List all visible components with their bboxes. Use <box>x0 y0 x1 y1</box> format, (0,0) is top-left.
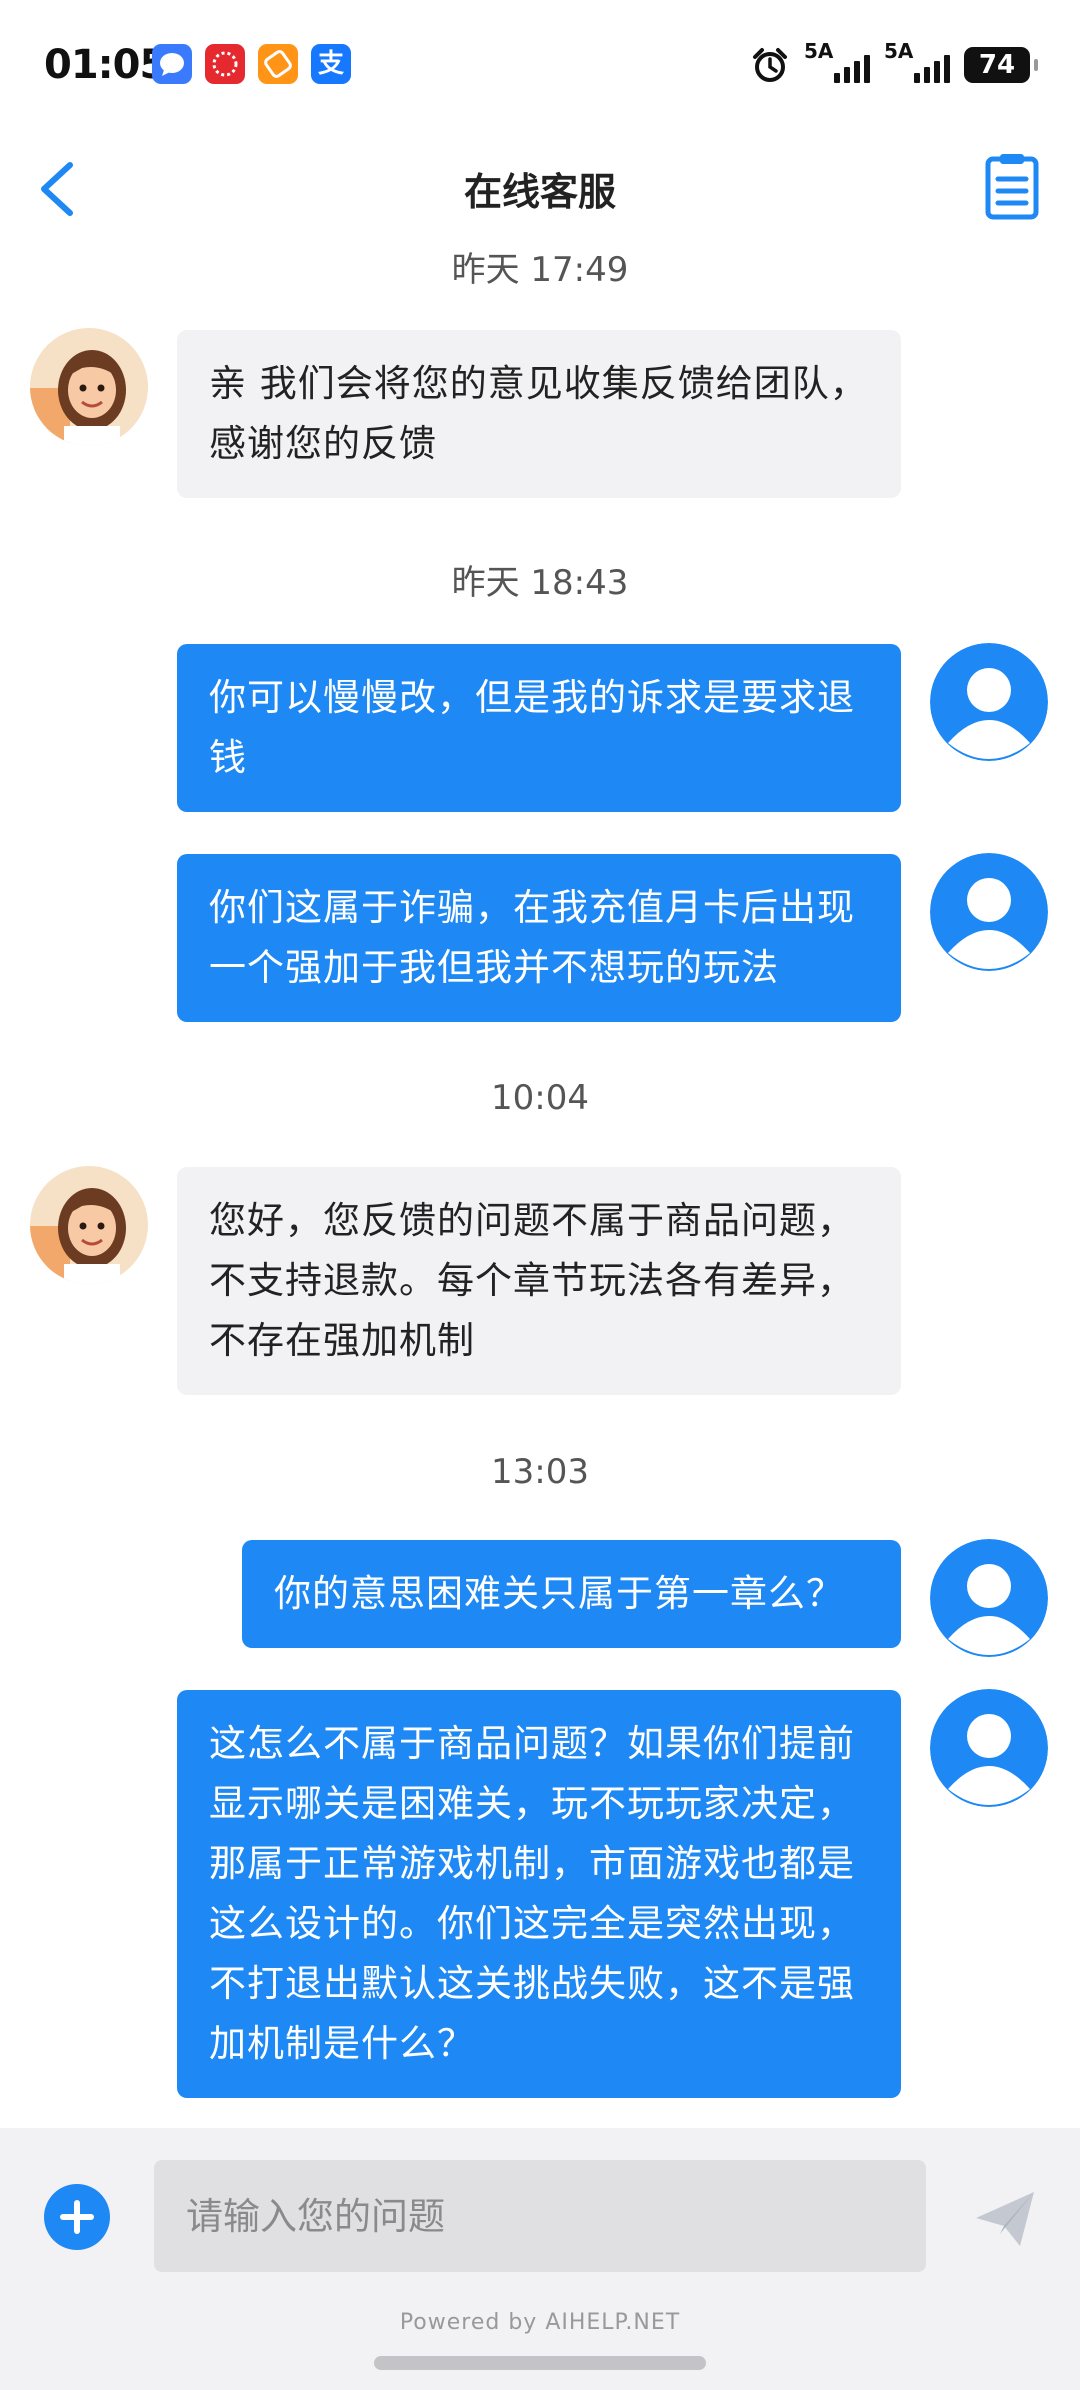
timestamp: 13:03 <box>491 1452 589 1492</box>
signal-bars-icon <box>834 55 870 83</box>
timestamp: 昨天 18:43 <box>451 563 629 603</box>
status-time: 01:05 <box>44 42 167 88</box>
user-message: 你的意思困难关只属于第一章么？ <box>242 1540 901 1648</box>
signal-bars-icon <box>914 55 950 83</box>
home-indicator[interactable] <box>374 2356 706 2370</box>
powered-by-text: Powered by AIHELP.NET <box>399 2310 681 2335</box>
ticket-history-button[interactable] <box>982 151 1042 221</box>
user-message: 你们这属于诈骗，在我充值月卡后出现一个强加于我但我并不想玩的玩法 <box>177 854 901 1022</box>
alarm-icon <box>753 48 787 82</box>
timestamp: 10:04 <box>491 1078 589 1118</box>
user-message: 这怎么不属于商品问题？如果你们提前显示哪关是困难关，玩不玩玩家决定，那属于正常游… <box>177 1690 901 2098</box>
status-bar: 01:05 支 5A 5A 74 <box>0 0 1080 135</box>
timestamp: 昨天 17:49 <box>451 250 629 290</box>
alipay-icon: 支 <box>311 44 351 84</box>
clipboard-list-icon <box>985 154 1039 220</box>
shopping-icon <box>205 44 245 84</box>
status-indicators: 5A 5A 74 <box>750 39 1038 88</box>
send-button[interactable] <box>972 2186 1038 2252</box>
page-title: 在线客服 <box>463 170 616 214</box>
question-input[interactable] <box>154 2160 926 2272</box>
send-icon <box>976 2192 1034 2246</box>
signal-2: 5A <box>884 39 950 83</box>
message-icon <box>152 44 192 84</box>
agent-avatar <box>30 328 148 446</box>
signal-1: 5A <box>804 39 870 83</box>
agent-message: 您好，您反馈的问题不属于商品问题，不支持退款。每个章节玩法各有差异，不存在强加机… <box>177 1167 901 1395</box>
user-avatar <box>930 1539 1048 1657</box>
user-avatar <box>930 853 1048 971</box>
user-message: 你可以慢慢改，但是我的诉求是要求退钱 <box>177 644 901 812</box>
ticket-icon <box>258 44 298 84</box>
add-attachment-button[interactable] <box>44 2184 110 2250</box>
chat-header: 在线客服 <box>0 135 1080 245</box>
battery-indicator: 74 <box>964 47 1038 83</box>
user-avatar <box>930 1689 1048 1807</box>
agent-avatar <box>30 1166 148 1284</box>
user-avatar <box>930 643 1048 761</box>
agent-message: 亲 我们会将您的意见收集反馈给团队，感谢您的反馈 <box>177 330 901 498</box>
composer-bar: Powered by AIHELP.NET <box>0 2128 1080 2390</box>
